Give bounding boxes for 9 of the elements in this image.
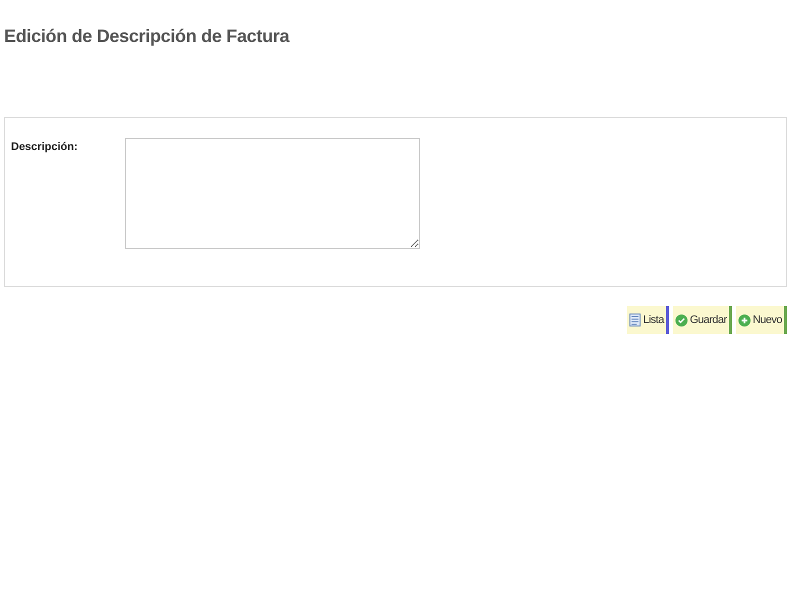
page-title: Edición de Descripción de Factura bbox=[4, 26, 290, 47]
field-label: Descripción: bbox=[11, 141, 79, 153]
action-button[interactable]: Lista bbox=[627, 306, 669, 334]
action-button[interactable]: Nuevo bbox=[736, 306, 787, 334]
plus-icon bbox=[738, 314, 751, 326]
description-field[interactable] bbox=[125, 138, 420, 249]
action-button[interactable]: Guardar bbox=[672, 306, 732, 334]
document-icon bbox=[629, 313, 642, 327]
check-icon bbox=[674, 314, 688, 326]
